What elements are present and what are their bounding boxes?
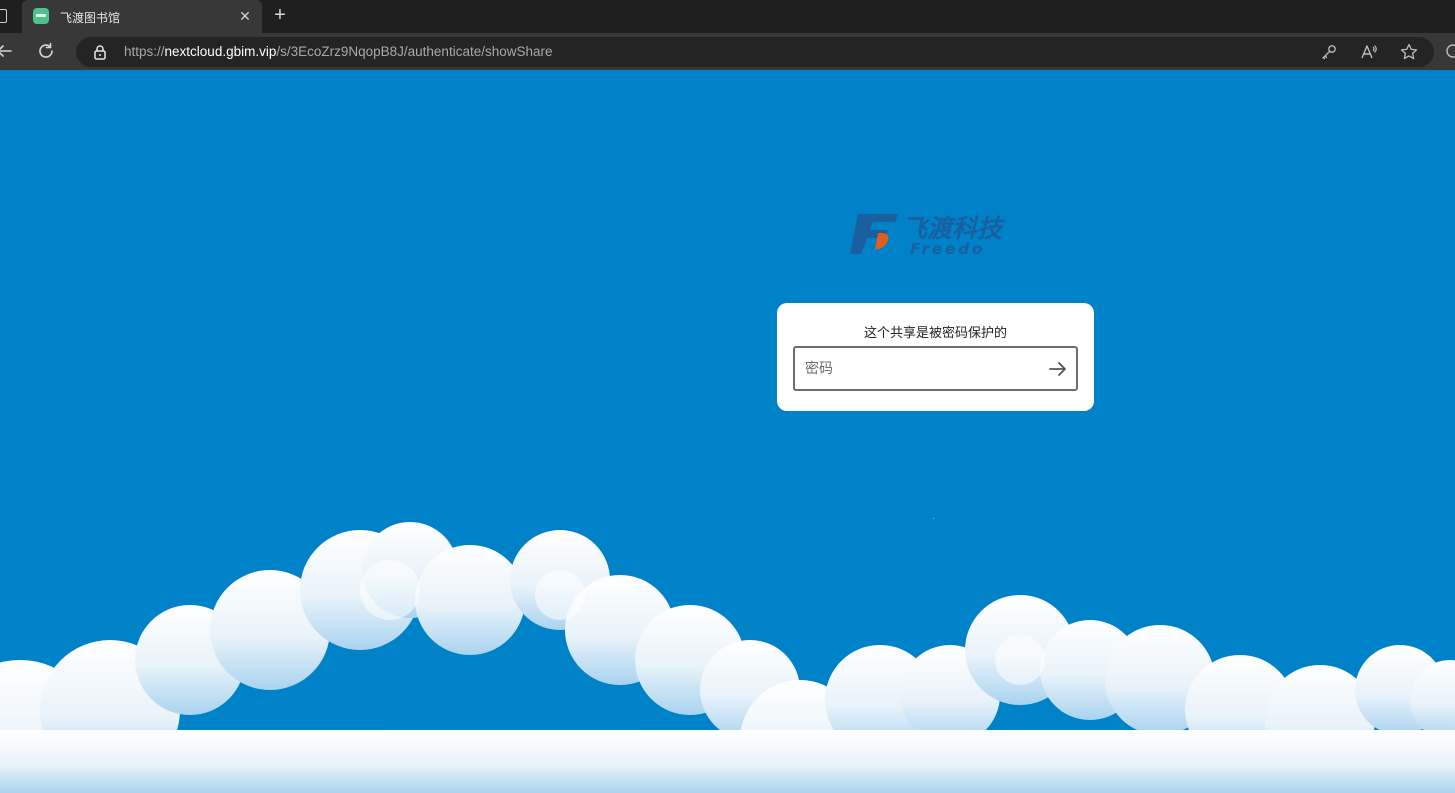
extensions-icon[interactable] <box>1443 41 1455 61</box>
share-auth-page: 飞渡科技 Freedo 这个共享是被密码保护的 <box>0 70 1455 793</box>
share-protected-title: 这个共享是被密码保护的 <box>863 326 1007 341</box>
browser-tab[interactable]: 飞渡图书馆 ✕ <box>22 0 262 33</box>
freedo-favicon-icon <box>33 8 49 24</box>
address-bar[interactable]: https://nextcloud.gbim.vip/s/3EcoZrz9Nqo… <box>76 37 1434 67</box>
password-protected-card: 这个共享是被密码保护的 <box>777 303 1094 411</box>
key-icon[interactable] <box>1319 42 1339 62</box>
browser-tab-strip: 飞渡图书馆 ✕ + <box>0 0 1455 33</box>
url-scheme: https:// <box>124 44 165 59</box>
clouds-background <box>0 522 1455 793</box>
submit-arrow-button[interactable] <box>1046 357 1070 381</box>
logo-text-en: Freedo <box>910 240 985 258</box>
lock-icon[interactable] <box>92 44 108 60</box>
url-path: /s/3EcoZrz9NqopB8J/authenticate/showShar… <box>276 44 553 59</box>
url-host: nextcloud.gbim.vip <box>164 44 277 59</box>
favorite-star-icon[interactable] <box>1399 42 1419 62</box>
tab-actions-icon[interactable] <box>0 9 7 23</box>
read-aloud-icon[interactable] <box>1359 42 1379 62</box>
tab-title: 飞渡图书馆 <box>60 11 121 25</box>
password-input[interactable] <box>805 348 1035 389</box>
back-icon[interactable] <box>0 41 14 61</box>
freedo-logo: 飞渡科技 Freedo <box>850 214 1006 258</box>
logo-text-cn: 飞渡科技 <box>902 214 1006 243</box>
refresh-icon[interactable] <box>36 41 56 61</box>
url-text[interactable]: https://nextcloud.gbim.vip/s/3EcoZrz9Nqo… <box>124 44 553 59</box>
browser-toolbar: https://nextcloud.gbim.vip/s/3EcoZrz9Nqo… <box>0 33 1455 70</box>
new-tab-button[interactable]: + <box>268 4 292 28</box>
close-tab-icon[interactable]: ✕ <box>236 7 254 25</box>
password-field-wrapper <box>793 346 1078 391</box>
